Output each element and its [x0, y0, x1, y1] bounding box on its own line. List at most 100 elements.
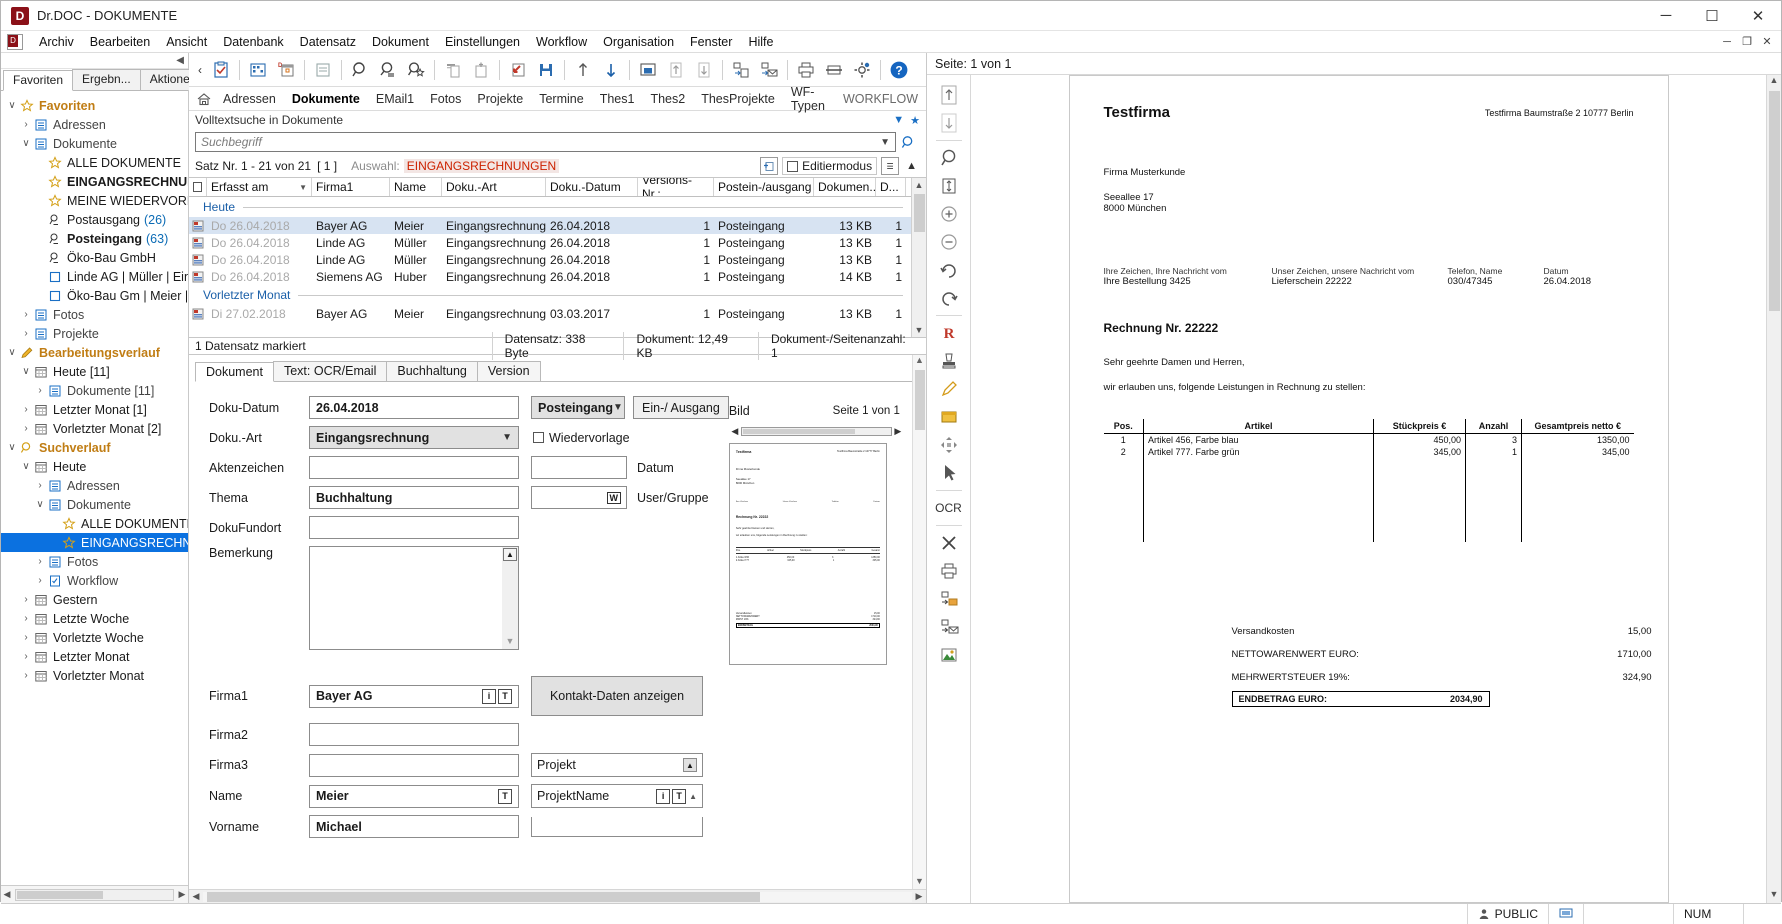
- tree-item-letzter-monat[interactable]: › Letzter Monat: [1, 647, 188, 666]
- viewer-scroll-thumb[interactable]: [1768, 91, 1780, 311]
- menu-workflow[interactable]: Workflow: [528, 33, 595, 51]
- save-disk-icon[interactable]: [533, 57, 559, 83]
- dropdown-button[interactable]: ☰: [881, 157, 900, 175]
- form-scroll-thumb[interactable]: [914, 370, 925, 430]
- form-hscrollbar[interactable]: ◀ ▶: [189, 889, 926, 903]
- bemerkung-scrollbar[interactable]: ▲ ▼: [502, 547, 518, 649]
- chevron-right-icon[interactable]: ›: [19, 423, 33, 434]
- module-tab-thes2[interactable]: Thes2: [642, 90, 693, 108]
- form-hscroll-track[interactable]: [203, 891, 912, 902]
- tree-item-gestern[interactable]: › Gestern: [1, 590, 188, 609]
- tree-item-dokumente-11[interactable]: › Dokumente [11]: [1, 381, 188, 400]
- module-tab-termine[interactable]: Termine: [531, 90, 591, 108]
- tree-item-bearbeitungsverlauf[interactable]: ∨ Bearbeitungsverlauf: [1, 343, 188, 362]
- sidebar-collapse-icon[interactable]: ◀: [176, 55, 184, 66]
- collapse-panel-icon[interactable]: ▲: [903, 160, 920, 172]
- tree-item-alle-dokumente[interactable]: ALLE DOKUMENTE: [1, 514, 188, 533]
- menu-bearbeiten[interactable]: Bearbeiten: [82, 33, 158, 51]
- tree-item-vorletzter-monat[interactable]: › Vorletzter Monat: [1, 666, 188, 685]
- user-gruppe-input[interactable]: W: [531, 486, 627, 509]
- arrow-down-icon[interactable]: [598, 57, 624, 83]
- scroll-up-icon[interactable]: ▲: [915, 178, 924, 192]
- tree-item-eingangsrechnungen[interactable]: EINGANGSRECHNUNGEN: [1, 533, 188, 552]
- ocr-button[interactable]: OCR: [934, 494, 964, 522]
- menu-hilfe[interactable]: Hilfe: [740, 33, 781, 51]
- projektname-row[interactable]: ProjektName i T ▲: [532, 785, 702, 807]
- mdi-minimize-button[interactable]: ─: [1717, 33, 1737, 51]
- export-record-icon[interactable]: [728, 57, 754, 83]
- chevron-right-icon[interactable]: ▶: [892, 426, 904, 437]
- print-icon[interactable]: [793, 57, 819, 83]
- chevron-down-icon[interactable]: ∨: [19, 461, 33, 472]
- tree-item-dokumente[interactable]: ∨ Dokumente: [1, 134, 188, 153]
- kontakt-daten-button[interactable]: Kontakt-Daten anzeigen: [531, 676, 703, 716]
- tree-item-alle-dokumente[interactable]: ALLE DOKUMENTE: [1, 153, 188, 172]
- home-icon[interactable]: [194, 86, 214, 112]
- firma2-input[interactable]: [309, 723, 519, 746]
- table-row[interactable]: Di 27.02.2018 Bayer AG Meier Eingangsrechnu…: [189, 305, 911, 322]
- grid-column-name[interactable]: Name: [390, 178, 442, 196]
- chevron-right-icon[interactable]: ›: [33, 385, 47, 396]
- search-list-icon[interactable]: [375, 57, 401, 83]
- chevron-right-icon[interactable]: ›: [19, 404, 33, 415]
- sidebar-scroll-track[interactable]: [15, 888, 174, 901]
- page-down-icon[interactable]: [691, 57, 717, 83]
- menu-datensatz[interactable]: Datensatz: [292, 33, 364, 51]
- scroll-up-icon[interactable]: ▲: [503, 548, 517, 561]
- table-row[interactable]: Do 26.04.2018 Bayer AG Meier Eingangsrechnu…: [189, 217, 911, 234]
- grid-column-doku-datum[interactable]: Doku.-Datum: [546, 178, 638, 196]
- restore-arrow-icon[interactable]: [505, 57, 531, 83]
- scroll-down-icon[interactable]: ▼: [1770, 889, 1779, 903]
- vorname-input[interactable]: Michael: [309, 815, 519, 838]
- chevron-right-icon[interactable]: ›: [33, 556, 47, 567]
- projektname-input[interactable]: [531, 816, 703, 837]
- tree-item-fotos[interactable]: › Fotos: [1, 552, 188, 571]
- monitor-icon[interactable]: [635, 57, 661, 83]
- tree-item-letzter-monat-1[interactable]: › Letzter Monat [1]: [1, 400, 188, 419]
- tree-item-letzte-woche[interactable]: › Letzte Woche: [1, 609, 188, 628]
- arrow-up-icon[interactable]: [570, 57, 596, 83]
- sidebar-tab-ergebnis[interactable]: Ergebn...: [72, 69, 141, 90]
- text-button[interactable]: T: [498, 788, 512, 804]
- settings-gear-icon[interactable]: [849, 57, 875, 83]
- name-input[interactable]: Meier T: [309, 784, 519, 808]
- bild-scrollbar[interactable]: ◀ ▶: [729, 424, 904, 438]
- chevron-right-icon[interactable]: ›: [19, 594, 33, 605]
- chevron-left-icon[interactable]: ◀: [729, 426, 741, 437]
- tree-item-dokumente[interactable]: ∨ Dokumente: [1, 495, 188, 514]
- scroll-right-icon[interactable]: ▶: [912, 891, 926, 902]
- chevron-down-icon[interactable]: ∨: [5, 347, 19, 358]
- scroll-right-icon[interactable]: ▶: [176, 889, 188, 900]
- form-tab-buchhaltung[interactable]: Buchhaltung: [386, 361, 478, 381]
- scroll-up-icon[interactable]: ▲: [689, 792, 697, 801]
- tree-item-heute-11[interactable]: ∨ Heute [11]: [1, 362, 188, 381]
- text-button[interactable]: T: [498, 688, 512, 704]
- document-thumbnail[interactable]: Testfirma Testfirma Baumstraße 2 10777 B…: [728, 443, 887, 665]
- chevron-right-icon[interactable]: ›: [19, 613, 33, 624]
- page-up-icon[interactable]: [934, 81, 964, 109]
- page-down-icon[interactable]: [934, 109, 964, 137]
- chevron-right-icon[interactable]: ›: [19, 651, 33, 662]
- editmode-toggle[interactable]: Editiermodus: [782, 157, 878, 175]
- projekt-row[interactable]: Projekt ▲: [532, 754, 702, 776]
- firma1-input[interactable]: Bayer AG i T: [309, 684, 519, 708]
- select-all-checkbox[interactable]: [189, 178, 207, 196]
- info-button[interactable]: i: [656, 788, 671, 804]
- add-record-icon[interactable]: [760, 157, 779, 175]
- maximize-button[interactable]: ☐: [1689, 1, 1735, 30]
- form-tab-text-ocr-email[interactable]: Text: OCR/Email: [272, 361, 388, 381]
- sidebar-hscrollbar[interactable]: ◀ ▶: [1, 885, 188, 903]
- module-tab-workflow[interactable]: WORKFLOW: [835, 90, 926, 108]
- table-row[interactable]: Do 26.04.2018 Linde AG Müller Eingangsrechn…: [189, 234, 911, 251]
- move-icon[interactable]: [934, 431, 964, 459]
- module-tab-dokumente[interactable]: Dokumente: [284, 90, 368, 108]
- chevron-down-icon[interactable]: ∨: [33, 499, 47, 510]
- new-record-icon[interactable]: [468, 57, 494, 83]
- scroll-up-icon[interactable]: ▲: [915, 355, 924, 368]
- chevron-right-icon[interactable]: ›: [33, 575, 47, 586]
- info-button[interactable]: i: [482, 688, 496, 704]
- toolbar-collapse-icon[interactable]: ‹: [193, 63, 207, 77]
- bild-scroll-track[interactable]: [740, 426, 892, 436]
- menu-archiv[interactable]: Archiv: [31, 33, 82, 51]
- tree-item-eingangsrechnungen[interactable]: EINGANGSRECHNUNGEN: [1, 172, 188, 191]
